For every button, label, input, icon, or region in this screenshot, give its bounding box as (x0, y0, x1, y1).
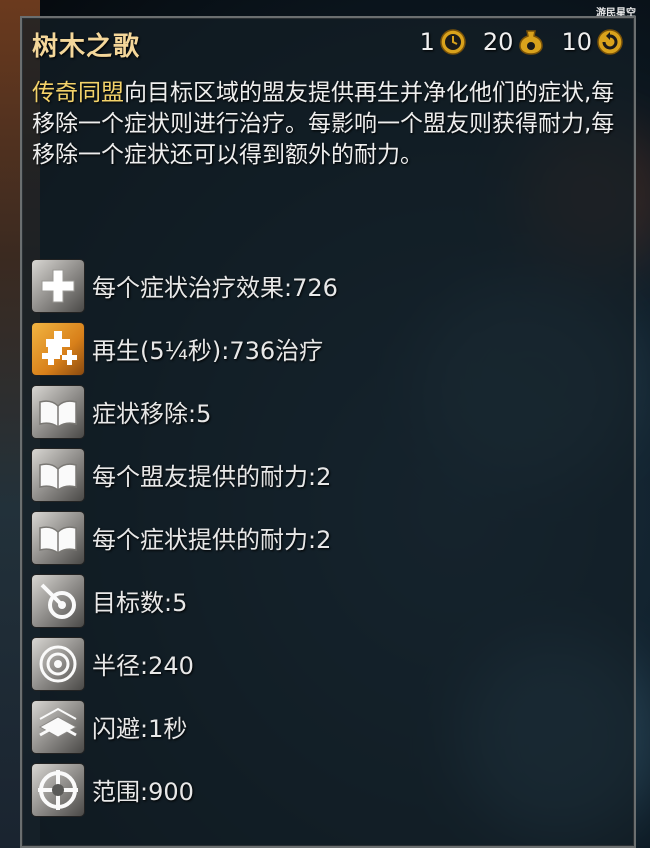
book-icon (32, 511, 84, 564)
energy-cost-value: 20 (482, 28, 514, 56)
fact-text: 每个盟友提供的耐力:2 (92, 463, 332, 491)
fact-text: 半径:240 (92, 652, 194, 680)
fact-range: 范围:900 (32, 758, 622, 821)
skill-stats: 1 20 10 (420, 28, 624, 56)
activation-time-icon (440, 29, 466, 55)
fact-evade: 闪避:1秒 (32, 695, 622, 758)
recharge-stat: 10 (561, 28, 624, 56)
fact-text: 范围:900 (92, 778, 194, 806)
fact-text: 每个症状治疗效果:726 (92, 274, 338, 302)
activation-time-stat: 1 (420, 28, 467, 56)
energy-cost-icon (519, 30, 544, 55)
radius-icon (32, 637, 84, 690)
regeneration-icon (32, 322, 84, 375)
book-icon (32, 385, 84, 438)
energy-cost-stat: 20 (483, 28, 546, 56)
fact-regeneration: 再生(5¼秒):736治疗 (32, 317, 622, 380)
fact-endurance-per-ally: 每个盟友提供的耐力:2 (32, 443, 622, 506)
activation-time-value: 1 (419, 28, 435, 56)
range-icon (32, 763, 84, 816)
fact-text: 症状移除:5 (92, 400, 212, 428)
fact-radius: 半径:240 (32, 632, 622, 695)
recharge-value: 10 (561, 28, 592, 56)
recharge-icon (597, 29, 623, 55)
heal-cross-icon (32, 259, 84, 312)
fact-condition-removal: 症状移除:5 (32, 380, 622, 443)
skill-description: 传奇同盟向目标区域的盟友提供再生并净化他们的症状,每移除一个症状则进行治疗。每影… (32, 78, 622, 171)
fact-text: 再生(5¼秒):736治疗 (92, 337, 324, 365)
skill-title: 树木之歌 (32, 32, 141, 62)
fact-text: 目标数:5 (92, 589, 188, 617)
fact-text: 闪避:1秒 (92, 715, 188, 743)
fact-target-count: 目标数:5 (32, 569, 622, 632)
target-count-icon (32, 574, 84, 627)
description-highlight: 传奇同盟 (32, 80, 124, 106)
fact-endurance-per-condition: 每个症状提供的耐力:2 (32, 506, 622, 569)
fact-text: 每个症状提供的耐力:2 (92, 526, 332, 554)
fact-heal-per-condition: 每个症状治疗效果:726 (32, 254, 622, 317)
evade-icon (32, 700, 84, 753)
skill-facts-list: 每个症状治疗效果:726 再生(5¼秒):736治疗 症状移除:5 每个盟友提供… (32, 254, 622, 821)
book-icon (32, 448, 84, 501)
skill-tooltip: 树木之歌 1 20 10 传奇同盟向目标区域的盟友提供再生并净化他们的症状,每移… (20, 16, 636, 848)
